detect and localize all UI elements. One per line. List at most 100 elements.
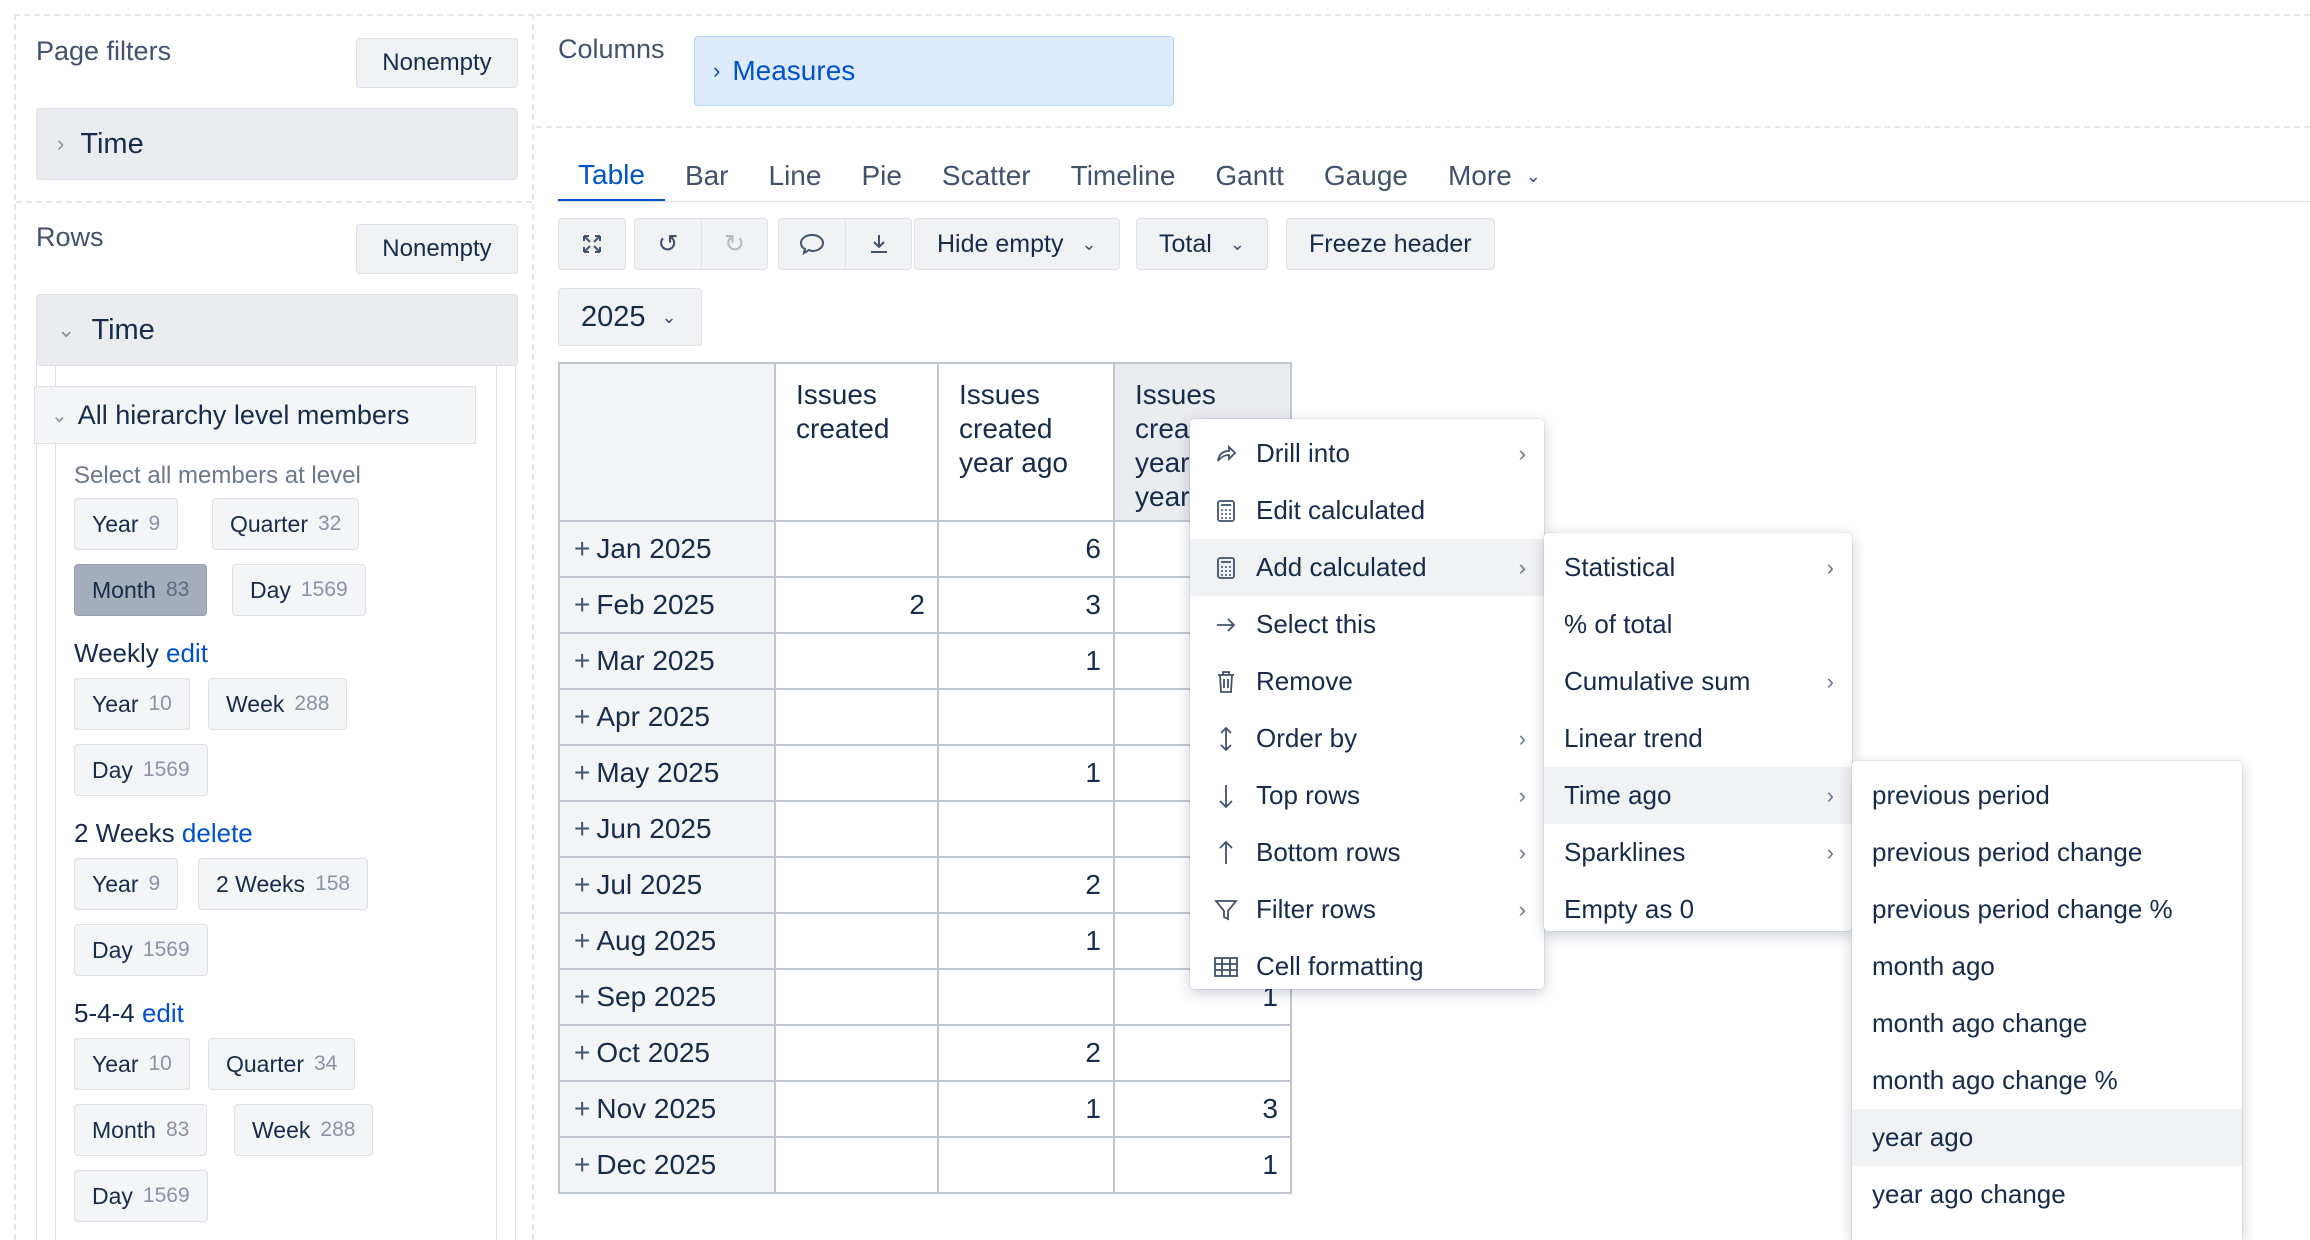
weekly-edit-link[interactable]: edit <box>166 638 208 668</box>
expand-plus-icon[interactable]: + <box>574 645 590 676</box>
level-chip[interactable]: Year 10 <box>74 1038 190 1090</box>
export-button[interactable] <box>845 219 911 269</box>
tab-line[interactable]: Line <box>749 150 842 202</box>
table-cell[interactable]: 3 <box>937 576 1115 634</box>
level-chip[interactable]: Day 1569 <box>232 564 366 616</box>
tab-gantt[interactable]: Gantt <box>1195 150 1303 202</box>
table-cell[interactable] <box>774 1080 939 1138</box>
page-filter-time[interactable]: › Time <box>36 108 518 180</box>
tab-more[interactable]: More ⌄ <box>1428 150 1561 202</box>
expand-plus-icon[interactable]: + <box>574 1037 590 1068</box>
table-cell[interactable]: 1 <box>1113 1136 1292 1194</box>
table-cell[interactable]: 2 <box>937 856 1115 914</box>
table-cell[interactable] <box>774 632 939 690</box>
row-header[interactable]: + Sep 2025 <box>558 968 776 1026</box>
menu-item-bottom-rows[interactable]: Bottom rows › <box>1190 824 1544 881</box>
table-cell[interactable] <box>937 1136 1115 1194</box>
comment-button[interactable] <box>779 219 845 269</box>
time-ago-item-year-ago-change[interactable]: year ago change <box>1852 1166 2242 1223</box>
level-chip[interactable]: Month 83 <box>74 1104 208 1156</box>
menu-item-drill-into[interactable]: Drill into › <box>1190 425 1544 482</box>
column-header[interactable]: Issues created <box>774 362 939 522</box>
level-chip[interactable]: Day 1569 <box>74 744 208 796</box>
level-chip[interactable]: Day 1569 <box>74 1170 208 1222</box>
table-cell[interactable] <box>774 912 939 970</box>
five-four-four-edit-link[interactable]: edit <box>142 998 184 1028</box>
menu-item-cell-formatting[interactable]: Cell formatting <box>1190 938 1544 995</box>
redo-button[interactable]: ↻ <box>701 219 767 269</box>
table-cell[interactable] <box>937 800 1115 858</box>
table-cell[interactable] <box>774 968 939 1026</box>
menu-item-top-rows[interactable]: Top rows › <box>1190 767 1544 824</box>
year-selector[interactable]: 2025 ⌄ <box>558 288 702 346</box>
menu-item-order-by[interactable]: Order by › <box>1190 710 1544 767</box>
time-ago-item-previous-period-change[interactable]: previous period change <box>1852 824 2242 881</box>
tab-pie[interactable]: Pie <box>841 150 921 202</box>
submenu-item-pct-of-total[interactable]: % of total <box>1544 596 1852 653</box>
two-weeks-delete-link[interactable]: delete <box>182 818 253 848</box>
level-chip[interactable]: Quarter 34 <box>208 1038 356 1090</box>
menu-item-add-calculated[interactable]: Add calculated › <box>1190 539 1544 596</box>
table-cell[interactable] <box>774 1024 939 1082</box>
expand-plus-icon[interactable]: + <box>574 813 590 844</box>
time-ago-item-previous-period-change-pct[interactable]: previous period change % <box>1852 881 2242 938</box>
level-chip[interactable]: 2 Weeks 158 <box>198 858 369 910</box>
level-chip-selected[interactable]: Month 83 <box>74 564 208 616</box>
fullscreen-button[interactable] <box>559 219 625 269</box>
column-header[interactable]: Issues created year ago <box>937 362 1115 522</box>
rows-nonempty-button[interactable]: Nonempty <box>356 224 518 274</box>
expand-plus-icon[interactable]: + <box>574 533 590 564</box>
row-header[interactable]: + Jan 2025 <box>558 520 776 578</box>
expand-plus-icon[interactable]: + <box>574 925 590 956</box>
table-cell[interactable]: 1 <box>937 1080 1115 1138</box>
level-chip[interactable]: Quarter 32 <box>212 498 360 550</box>
table-cell[interactable]: 2 <box>774 576 939 634</box>
table-cell[interactable] <box>937 968 1115 1026</box>
expand-plus-icon[interactable]: + <box>574 1149 590 1180</box>
tab-bar[interactable]: Bar <box>665 150 749 202</box>
level-chip[interactable]: Year 9 <box>74 858 179 910</box>
level-chip[interactable]: Year 9 <box>74 498 179 550</box>
table-cell[interactable] <box>774 688 939 746</box>
time-ago-item-previous-period[interactable]: previous period <box>1852 767 2242 824</box>
table-cell[interactable] <box>774 1136 939 1194</box>
total-dropdown[interactable]: Total ⌄ <box>1136 218 1268 270</box>
table-cell[interactable]: 3 <box>1113 1080 1292 1138</box>
menu-item-edit-calculated[interactable]: Edit calculated <box>1190 482 1544 539</box>
submenu-item-cumulative-sum[interactable]: Cumulative sum › <box>1544 653 1852 710</box>
level-chip[interactable]: Day 1569 <box>74 924 208 976</box>
tab-scatter[interactable]: Scatter <box>922 150 1051 202</box>
table-cell[interactable]: 6 <box>937 520 1115 578</box>
row-header[interactable]: + Feb 2025 <box>558 576 776 634</box>
row-header[interactable]: + Aug 2025 <box>558 912 776 970</box>
tab-timeline[interactable]: Timeline <box>1051 150 1196 202</box>
submenu-item-sparklines[interactable]: Sparklines › <box>1544 824 1852 881</box>
level-chip[interactable]: Week 288 <box>234 1104 374 1156</box>
row-header[interactable]: + May 2025 <box>558 744 776 802</box>
expand-plus-icon[interactable]: + <box>574 1093 590 1124</box>
menu-item-remove[interactable]: Remove <box>1190 653 1544 710</box>
menu-item-select-this[interactable]: Select this <box>1190 596 1544 653</box>
hierarchy-header[interactable]: ⌄ All hierarchy level members <box>34 386 476 444</box>
table-cell[interactable] <box>774 856 939 914</box>
tab-gauge[interactable]: Gauge <box>1304 150 1428 202</box>
rows-time-dimension[interactable]: ⌄ Time <box>36 294 518 366</box>
menu-item-filter-rows[interactable]: Filter rows › <box>1190 881 1544 938</box>
submenu-item-time-ago[interactable]: Time ago › <box>1544 767 1852 824</box>
row-header[interactable]: + Jul 2025 <box>558 856 776 914</box>
expand-plus-icon[interactable]: + <box>574 589 590 620</box>
expand-plus-icon[interactable]: + <box>574 757 590 788</box>
columns-measures[interactable]: › Measures <box>694 36 1174 106</box>
expand-plus-icon[interactable]: + <box>574 981 590 1012</box>
time-ago-item-month-ago-change-pct[interactable]: month ago change % <box>1852 1052 2242 1109</box>
row-header[interactable]: + Nov 2025 <box>558 1080 776 1138</box>
hide-empty-dropdown[interactable]: Hide empty ⌄ <box>914 218 1120 270</box>
time-ago-item-month-ago-change[interactable]: month ago change <box>1852 995 2242 1052</box>
table-cell[interactable] <box>937 688 1115 746</box>
row-header[interactable]: + Dec 2025 <box>558 1136 776 1194</box>
undo-button[interactable]: ↺ <box>635 219 701 269</box>
freeze-header-button[interactable]: Freeze header <box>1286 218 1495 270</box>
row-header[interactable]: + Apr 2025 <box>558 688 776 746</box>
table-cell[interactable]: 2 <box>937 1024 1115 1082</box>
level-chip[interactable]: Week 288 <box>208 678 348 730</box>
